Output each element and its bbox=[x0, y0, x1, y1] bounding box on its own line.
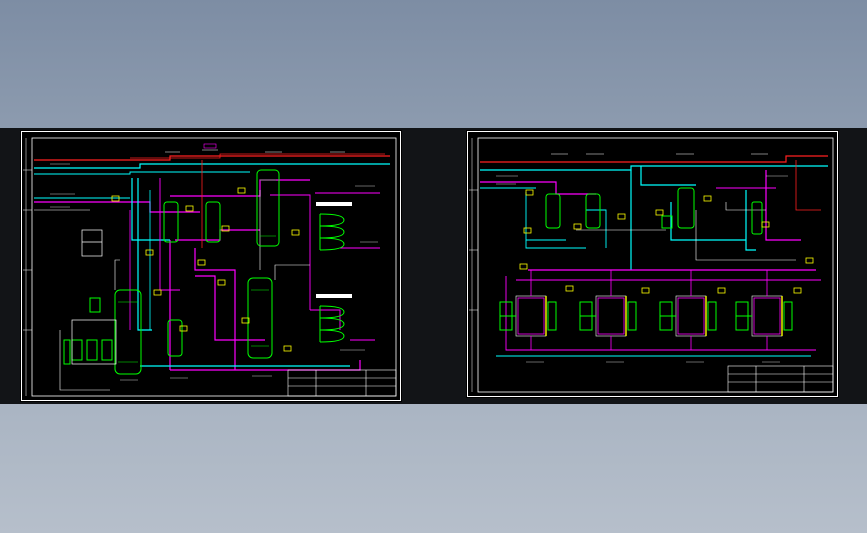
drawing-sheet-1[interactable] bbox=[20, 130, 402, 402]
column-c2 bbox=[205, 201, 221, 243]
column-d4 bbox=[751, 201, 763, 235]
pump-1 bbox=[71, 339, 83, 361]
drawing-sheet-2[interactable] bbox=[466, 130, 839, 398]
vessel-internals bbox=[118, 179, 276, 363]
title-block-1 bbox=[287, 369, 397, 397]
instrument-tags bbox=[519, 189, 814, 294]
title-block-2 bbox=[727, 365, 834, 393]
vessels bbox=[63, 169, 280, 375]
column-d1 bbox=[545, 193, 561, 229]
unit-train-3 bbox=[659, 295, 717, 337]
coil-exchanger-1 bbox=[319, 213, 345, 251]
column-c1 bbox=[163, 201, 179, 243]
pump-box-1 bbox=[89, 297, 101, 313]
unit-train-4 bbox=[735, 295, 793, 337]
pump-2 bbox=[86, 339, 98, 361]
reactor-r1 bbox=[114, 289, 142, 375]
process-flow-diagram-2 bbox=[467, 131, 838, 397]
storage-drum bbox=[71, 229, 117, 365]
process-flow-diagram-1 bbox=[21, 131, 401, 401]
margin-strip bbox=[23, 138, 32, 396]
column-d2 bbox=[585, 193, 601, 229]
header-tags bbox=[165, 143, 345, 153]
unit-train-1 bbox=[499, 295, 557, 337]
column-d3 bbox=[677, 187, 695, 229]
vessels bbox=[545, 187, 763, 235]
margin-strip bbox=[469, 138, 478, 392]
lower-unit-trains bbox=[499, 295, 793, 337]
process-lines bbox=[480, 155, 828, 357]
pump-4 bbox=[63, 339, 71, 365]
unit-feed-drops bbox=[530, 270, 768, 350]
unit-train-2 bbox=[579, 295, 637, 337]
pump-3 bbox=[101, 339, 113, 361]
